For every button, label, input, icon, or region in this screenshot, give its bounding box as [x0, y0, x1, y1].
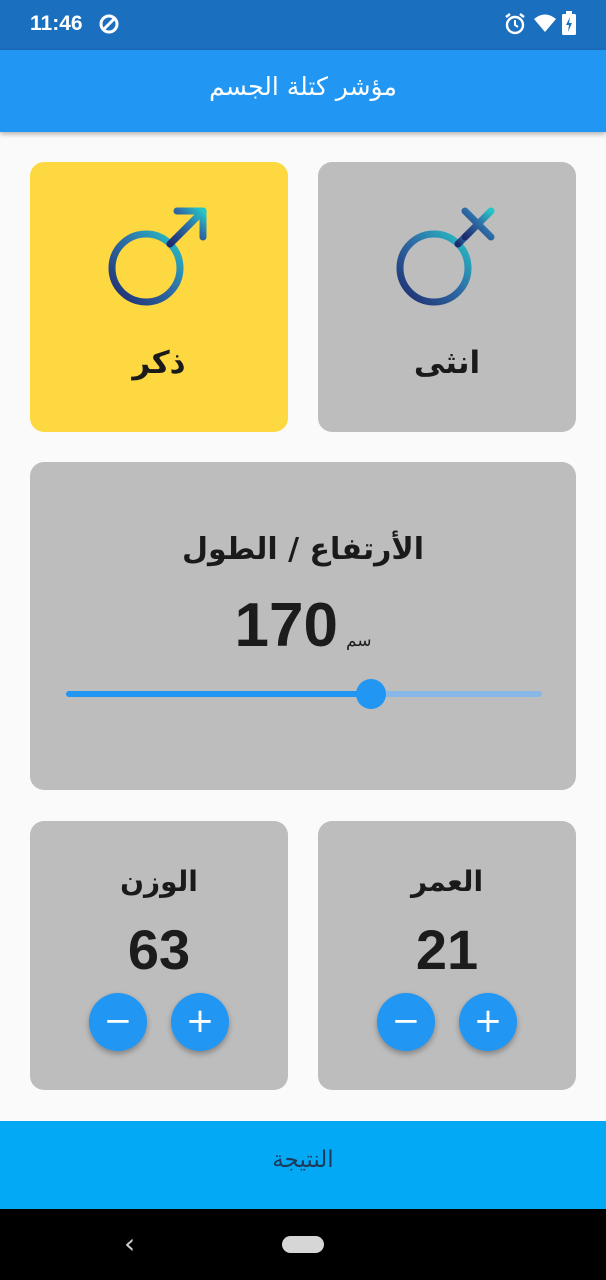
female-symbol-icon: [395, 206, 499, 314]
height-readout: 170 سم: [30, 590, 576, 661]
system-nav-bar: ‹: [0, 1209, 606, 1280]
age-label: العمر: [410, 865, 484, 898]
age-minus-button[interactable]: −: [377, 993, 435, 1051]
height-slider[interactable]: [66, 679, 542, 709]
app-bar: مؤشر كتلة الجسم: [0, 50, 606, 132]
height-card: الأرتفاع / الطول 170 سم: [30, 462, 576, 790]
weight-plus-button[interactable]: +: [171, 993, 229, 1051]
weight-value: 63: [127, 918, 191, 981]
height-title: الأرتفاع / الطول: [182, 532, 424, 567]
calculate-result-button[interactable]: النتيجة: [0, 1121, 606, 1209]
status-bar: 11:46: [0, 0, 606, 50]
height-value: 170: [234, 591, 338, 660]
weight-minus-button[interactable]: −: [89, 993, 147, 1051]
female-gender-card[interactable]: انثى: [318, 162, 576, 432]
female-label: انثى: [413, 345, 481, 381]
result-label: النتيجة: [272, 1147, 334, 1173]
male-symbol-icon: [107, 206, 211, 314]
weight-label: الوزن: [120, 865, 198, 898]
home-pill-icon[interactable]: [282, 1236, 324, 1253]
age-card: العمر 21 − +: [318, 821, 576, 1090]
height-slider-thumb[interactable]: [355, 679, 386, 709]
age-plus-button[interactable]: +: [459, 993, 517, 1051]
status-time: 11:46: [30, 12, 83, 35]
age-value: 21: [415, 918, 479, 981]
height-unit: سم: [345, 631, 372, 651]
data-saver-icon: [98, 13, 120, 39]
height-slider-fill: [66, 691, 371, 697]
battery-icon: [562, 11, 576, 39]
alarm-icon: [504, 12, 526, 40]
weight-card: الوزن 63 − +: [30, 821, 288, 1090]
male-label: ذكر: [132, 345, 186, 381]
wifi-icon: [533, 13, 557, 37]
app-title: مؤشر كتلة الجسم: [209, 72, 397, 101]
male-gender-card[interactable]: ذكر: [30, 162, 288, 432]
back-icon[interactable]: ‹: [124, 1227, 135, 1260]
